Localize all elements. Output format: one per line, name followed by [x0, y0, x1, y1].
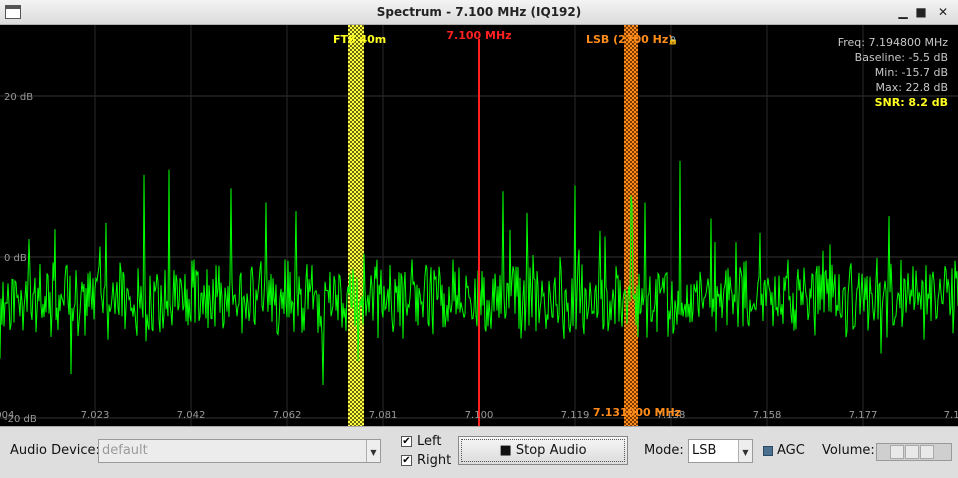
agc-checkbox[interactable]	[763, 446, 773, 456]
freq-tick: 7.196	[944, 410, 958, 421]
right-channel-checkbox[interactable]: ✔	[401, 455, 412, 466]
freq-tick: 7.177	[849, 410, 878, 421]
left-channel-checkbox[interactable]: ✔	[401, 436, 412, 447]
chevron-down-icon: ▼	[738, 440, 752, 462]
info-min: Min: -15.7 dB	[875, 66, 948, 79]
stop-audio-button[interactable]: ■ Stop Audio	[458, 436, 628, 465]
mode-label: Mode:	[644, 443, 684, 458]
center-frequency-label: 7.100 MHz	[446, 29, 511, 42]
minimize-icon[interactable]: ▁	[894, 3, 912, 21]
freq-tick: 7.119	[561, 410, 590, 421]
info-baseline: Baseline: -5.5 dB	[855, 51, 948, 64]
left-channel-label: Left	[417, 434, 442, 449]
lock-icon[interactable]: 🔒	[668, 36, 678, 45]
lsb-label: LSB (2700 Hz)	[586, 33, 673, 46]
cursor-frequency-label: 7.131000 MHz	[593, 406, 681, 419]
close-icon[interactable]: ✕	[934, 3, 952, 21]
maximize-icon[interactable]: ■	[912, 3, 930, 21]
window-title: Spectrum - 7.100 MHz (IQ192)	[376, 5, 582, 19]
volume-slider-segment	[890, 445, 904, 459]
freq-tick: 7.062	[273, 410, 302, 421]
db-label-20: 20 dB	[4, 92, 33, 103]
volume-slider-segment	[905, 445, 919, 459]
volume-label: Volume:	[822, 443, 875, 458]
freq-tick: 7.042	[177, 410, 206, 421]
freq-tick: 7.004	[0, 410, 14, 421]
freq-tick: 7.023	[81, 410, 110, 421]
ft8-band-marker	[348, 25, 364, 426]
audio-device-value: default	[102, 443, 148, 458]
agc-label: AGC	[777, 443, 805, 458]
info-max: Max: 22.8 dB	[876, 81, 948, 94]
ft8-label: FT8 40m	[333, 33, 386, 46]
chevron-down-icon: ▼	[366, 440, 380, 462]
right-channel-label: Right	[417, 453, 452, 468]
control-bar: Audio Device: default ▼ ✔ Left ✔ Right ■…	[0, 426, 958, 478]
info-freq: Freq: 7.194800 MHz	[838, 36, 949, 49]
volume-slider-segment	[920, 445, 934, 459]
db-label-0: 0 dB	[4, 253, 27, 264]
audio-device-label: Audio Device:	[10, 443, 100, 458]
info-snr: SNR: 8.2 dB	[875, 96, 948, 109]
freq-tick: 7.158	[753, 410, 782, 421]
freq-tick: 7.081	[369, 410, 398, 421]
volume-slider[interactable]	[876, 443, 952, 461]
title-bar: Spectrum - 7.100 MHz (IQ192) ▁ ■ ✕	[0, 0, 958, 25]
spectrum-display[interactable]: 20 dB 0 dB -20 dB 7.004 7.023 7.042 7.06…	[0, 25, 958, 426]
mode-value: LSB	[692, 443, 717, 458]
audio-device-select[interactable]: default ▼	[98, 439, 381, 463]
freq-tick: 7.100	[465, 410, 494, 421]
mode-select[interactable]: LSB ▼	[688, 439, 753, 463]
